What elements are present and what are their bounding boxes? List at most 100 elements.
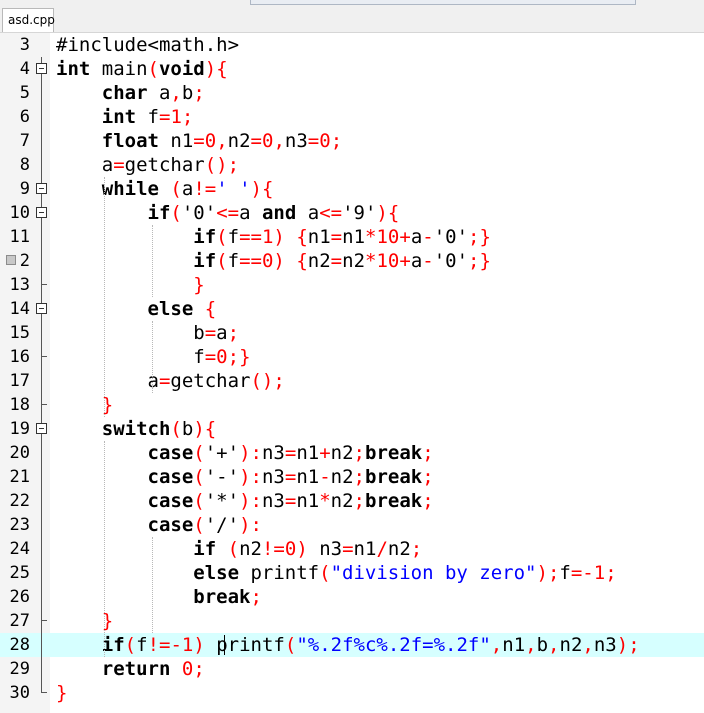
code-text[interactable]: case('-'):n3=n1-n2;break; [56, 465, 434, 489]
tab-asd-cpp[interactable]: asd.cpp [2, 8, 55, 32]
operator-token: ;} [468, 226, 491, 248]
code-text[interactable]: case('*'):n3=n1*n2;break; [56, 489, 434, 513]
operator-token: ) [239, 514, 251, 536]
code-line[interactable]: 9 while (a!=' '){ [0, 177, 704, 201]
code-text[interactable]: int f=1; [56, 105, 194, 129]
code-text[interactable]: if(f!=-1) printf("%.2f%c%.2f=%.2f",n1,b,… [56, 633, 640, 657]
code-line[interactable]: 21 case('-'):n3=n1-n2;break; [0, 465, 704, 489]
operator-token: ; [422, 466, 434, 488]
code-line[interactable]: 27 } [0, 609, 704, 633]
code-line[interactable]: 6 int f=1; [0, 105, 704, 129]
operator-token: ) [193, 418, 205, 440]
code-token: main [90, 58, 148, 80]
fold-toggle-icon[interactable] [36, 417, 48, 441]
collapse-box-icon[interactable] [36, 207, 47, 218]
code-line[interactable]: 16 f=0;} [0, 345, 704, 369]
operator-token: , [216, 130, 228, 152]
code-text[interactable]: a=getchar(); [56, 153, 239, 177]
code-line[interactable]: 17 a=getchar(); [0, 369, 704, 393]
keyword-token: break [365, 466, 423, 488]
code-line[interactable]: 23 case('/'): [0, 513, 704, 537]
code-text[interactable]: switch(b){ [56, 417, 216, 441]
code-text[interactable]: } [56, 273, 204, 297]
code-line[interactable]: 29 return 0; [0, 657, 704, 681]
fold-line-icon [36, 81, 48, 105]
line-number: 7 [19, 131, 30, 151]
code-text[interactable]: else { [56, 297, 217, 321]
number-token: 1 [593, 562, 606, 584]
code-line[interactable]: 19 switch(b){ [0, 417, 704, 441]
operator-token: ) [239, 466, 251, 488]
indent-guide [104, 441, 105, 657]
code-token: b [181, 418, 194, 440]
operator-token: = [204, 322, 217, 344]
code-line[interactable]: 7 float n1=0,n2=0,n3=0; [0, 129, 704, 153]
fold-toggle-icon[interactable] [36, 57, 48, 81]
code-line[interactable]: 18 } [0, 393, 704, 417]
code-token: n1 [342, 226, 366, 248]
collapse-box-icon[interactable] [36, 303, 47, 314]
code-line[interactable]: 122 if(f==0) {n2=n2*10+a-'0';} [0, 249, 704, 273]
code-text[interactable]: if (n2!=0) n3=n1/n2; [56, 537, 422, 561]
number-token: 0 [319, 130, 331, 152]
code-text[interactable]: else printf("division by zero");f=-1; [56, 561, 616, 585]
text-caret [224, 635, 225, 655]
fold-toggle-icon[interactable] [36, 201, 48, 225]
fold-toggle-icon[interactable] [36, 177, 48, 201]
code-line[interactable]: 28 if(f!=-1) printf("%.2f%c%.2f=%.2f",n1… [0, 633, 704, 657]
code-text[interactable]: #include<math.h> [56, 33, 239, 57]
code-text[interactable]: int main(void){ [56, 57, 228, 81]
code-line[interactable]: 11 if(f==1) {n1=n1*10+a-'0';} [0, 225, 704, 249]
code-line[interactable]: 15 b=a; [0, 321, 704, 345]
operator-token: = [342, 538, 354, 560]
code-text[interactable]: if(f==1) {n1=n1*10+a-'0';} [56, 225, 491, 249]
code-text[interactable]: if(f==0) {n2=n2*10+a-'0';} [56, 249, 491, 273]
code-token: printf [204, 634, 285, 656]
operator-token: ( [227, 538, 240, 560]
operator-token: ) [273, 250, 285, 272]
fold-line-icon [36, 369, 48, 393]
code-text[interactable]: while (a!=' '){ [56, 177, 274, 201]
code-token: n2 [559, 634, 583, 656]
operator-token: / [376, 538, 388, 560]
code-text[interactable]: char a,b; [56, 81, 205, 105]
code-line[interactable]: 5 char a,b; [0, 81, 704, 105]
code-text[interactable]: a=getchar(); [56, 369, 285, 393]
code-text[interactable]: } [56, 681, 67, 705]
code-editor[interactable]: 3 #include<math.h> 4 int main(void){5 char … [0, 33, 704, 713]
code-text[interactable]: b=a; [56, 321, 239, 345]
fold-toggle-icon[interactable] [36, 297, 48, 321]
code-line[interactable]: 25 else printf("division by zero");f=-1; [0, 561, 704, 585]
code-line[interactable]: 10 if('0'<=a and a<='9'){ [0, 201, 704, 225]
keyword-token: break [365, 442, 423, 464]
code-text[interactable]: return 0; [56, 657, 205, 681]
code-line[interactable]: 8 a=getchar(); [0, 153, 704, 177]
code-line[interactable]: 30} [0, 681, 704, 705]
operator-token: ; [250, 586, 262, 608]
code-text[interactable]: if('0'<=a and a<='9'){ [56, 201, 400, 225]
code-text[interactable]: case('+'):n3=n1+n2;break; [56, 441, 434, 465]
keyword-token: else [147, 298, 194, 320]
code-line[interactable]: 13 } [0, 273, 704, 297]
code-line[interactable]: 14 else { [0, 297, 704, 321]
code-token: f [227, 250, 240, 272]
code-text[interactable]: f=0;} [56, 345, 250, 369]
code-line[interactable]: 22 case('*'):n3=n1*n2;break; [0, 489, 704, 513]
operator-token: != [193, 178, 217, 200]
code-line[interactable]: 24 if (n2!=0) n3=n1/n2; [0, 537, 704, 561]
code-text[interactable]: float n1=0,n2=0,n3=0; [56, 129, 342, 153]
code-text[interactable]: case('/'): [56, 513, 262, 537]
code-text[interactable]: break; [56, 585, 262, 609]
operator-token: !=- [147, 634, 182, 656]
operator-token: ( [170, 202, 182, 224]
code-line[interactable]: 3 #include<math.h> [0, 33, 704, 57]
collapse-box-icon[interactable] [36, 183, 47, 194]
code-token: '+' [204, 442, 240, 464]
code-line[interactable]: 26 break; [0, 585, 704, 609]
collapse-box-icon[interactable] [36, 63, 47, 74]
code-line[interactable]: 4 int main(void){ [0, 57, 704, 81]
collapse-box-icon[interactable] [36, 423, 47, 434]
code-line[interactable]: 20 case('+'):n3=n1+n2;break; [0, 441, 704, 465]
